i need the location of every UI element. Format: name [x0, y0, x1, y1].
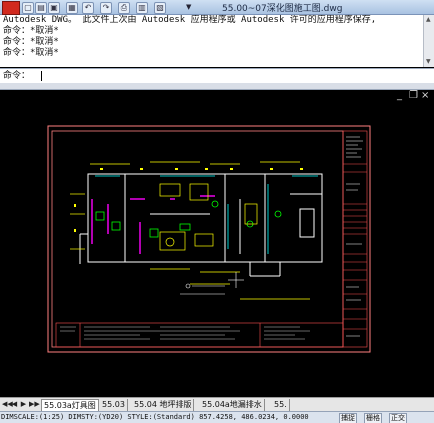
title-bar: ▢ ▤ ▣ ▦ ↶ ↷ ⎙ ▥ ▧ ▼ 55.00~07深化图施工图.dwg [0, 0, 434, 15]
sheet-inner-border [51, 130, 344, 348]
status-coordinates: DIMSCALE:(1:25) DIMSTY:(YD20) STYLE:(Sta… [1, 413, 309, 421]
command-line[interactable]: 命令： [0, 68, 434, 84]
autocad-logo-icon[interactable] [2, 1, 20, 15]
glass-partitions [95, 175, 318, 254]
title-block [342, 130, 368, 348]
first-tab-button[interactable]: ◀◀ [2, 400, 13, 409]
viewport-restore-button[interactable]: ❐ [409, 91, 418, 101]
history-line: 命令：*取消* [3, 37, 59, 47]
command-window-border [0, 83, 434, 90]
scroll-up-icon[interactable]: ▲ [426, 16, 431, 23]
open-icon[interactable]: ▤ [35, 2, 47, 14]
history-line: 命令：*取消* [3, 48, 59, 58]
layout-tab[interactable]: 55.04 地坪排版 [132, 399, 195, 411]
viewport-minimize-button[interactable]: _ [397, 91, 402, 101]
redo-icon[interactable]: ↷ [100, 2, 112, 14]
publish-icon[interactable]: ▥ [136, 2, 148, 14]
layout-tab[interactable]: 55. [272, 399, 290, 411]
command-history: Autodesk DWG。 此文件上次由 Autodesk 应用程序或 Auto… [0, 15, 434, 67]
new-icon[interactable]: ▢ [22, 2, 34, 14]
command-prompt: 命令： [3, 71, 31, 81]
saveas-icon[interactable]: ▦ [66, 2, 78, 14]
layout-tab-bar: ◀◀ ◀ ▶ ▶▶ 55.03a灯具图 55.03 55.04 地坪排版 55.… [0, 397, 434, 412]
plot-icon[interactable]: ⎙ [118, 2, 130, 14]
status-bar: DIMSCALE:(1:25) DIMSTY:(YD20) STYLE:(Sta… [0, 411, 434, 423]
floor-plan-walls [79, 173, 323, 277]
prev-tab-button[interactable]: ◀ [11, 400, 18, 409]
title-block-text [346, 136, 363, 337]
drawing-canvas[interactable] [0, 104, 434, 397]
window-title: 55.00~07深化图施工图.dwg [222, 4, 343, 14]
layout-tab[interactable]: 55.03 [100, 399, 128, 411]
partition-walls [91, 195, 215, 254]
scroll-down-icon[interactable]: ▼ [426, 58, 431, 65]
save-icon[interactable]: ▣ [48, 2, 60, 14]
history-line: Autodesk DWG。 此文件上次由 Autodesk 应用程序或 Auto… [3, 15, 377, 25]
viewport-close-button[interactable]: × [421, 91, 429, 101]
undo-icon[interactable]: ↶ [82, 2, 94, 14]
properties-icon[interactable]: ▧ [154, 2, 166, 14]
command-history-scrollbar[interactable]: ▲ ▼ [423, 15, 434, 67]
light-fixtures [95, 200, 282, 238]
history-line: 命令：*取消* [3, 26, 59, 36]
last-tab-button[interactable]: ▶▶ [29, 400, 40, 409]
next-tab-button[interactable]: ▶ [20, 400, 27, 409]
layout-tab[interactable]: 55.04a地漏排水 [200, 399, 265, 411]
crosshair-cursor [228, 272, 244, 288]
quick-access-dropdown-icon[interactable]: ▼ [186, 2, 196, 12]
text-cursor [41, 71, 42, 81]
furniture-and-annotations [70, 161, 310, 300]
notes-text [60, 326, 310, 340]
legend-symbol [180, 283, 225, 295]
